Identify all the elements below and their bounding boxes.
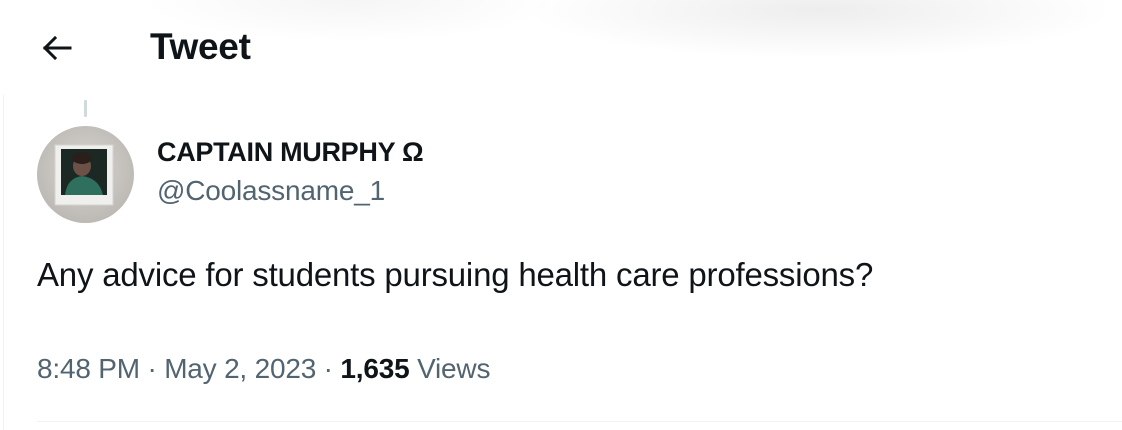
views-count: 1,635 [340,353,410,384]
avatar[interactable] [37,126,134,223]
tweet-page: Tweet CAPTAIN MURPHY Ω @Coolassname_1 An… [0,0,1122,430]
column-border [3,95,4,430]
divider [37,421,1122,422]
tweet-text: Any advice for students pursuing health … [37,256,874,293]
author-display-name[interactable]: CAPTAIN MURPHY Ω [157,137,424,168]
meta-separator: · [139,353,165,384]
profile-photo-icon [54,144,114,206]
page-title: Tweet [150,26,251,67]
views-label: Views [417,353,491,384]
page-header: Tweet [0,0,1122,95]
back-button[interactable] [32,28,82,68]
tweet-time[interactable]: 8:48 PM [37,353,140,384]
tweet-metadata: 8:48 PM · May 2, 2023 · 1,635 Views [37,353,490,385]
thread-connector-line [84,100,87,117]
meta-separator: · [316,353,341,384]
tweet-date[interactable]: May 2, 2023 [164,353,316,384]
author-handle[interactable]: @Coolassname_1 [157,175,385,207]
arrow-left-icon [42,36,72,60]
